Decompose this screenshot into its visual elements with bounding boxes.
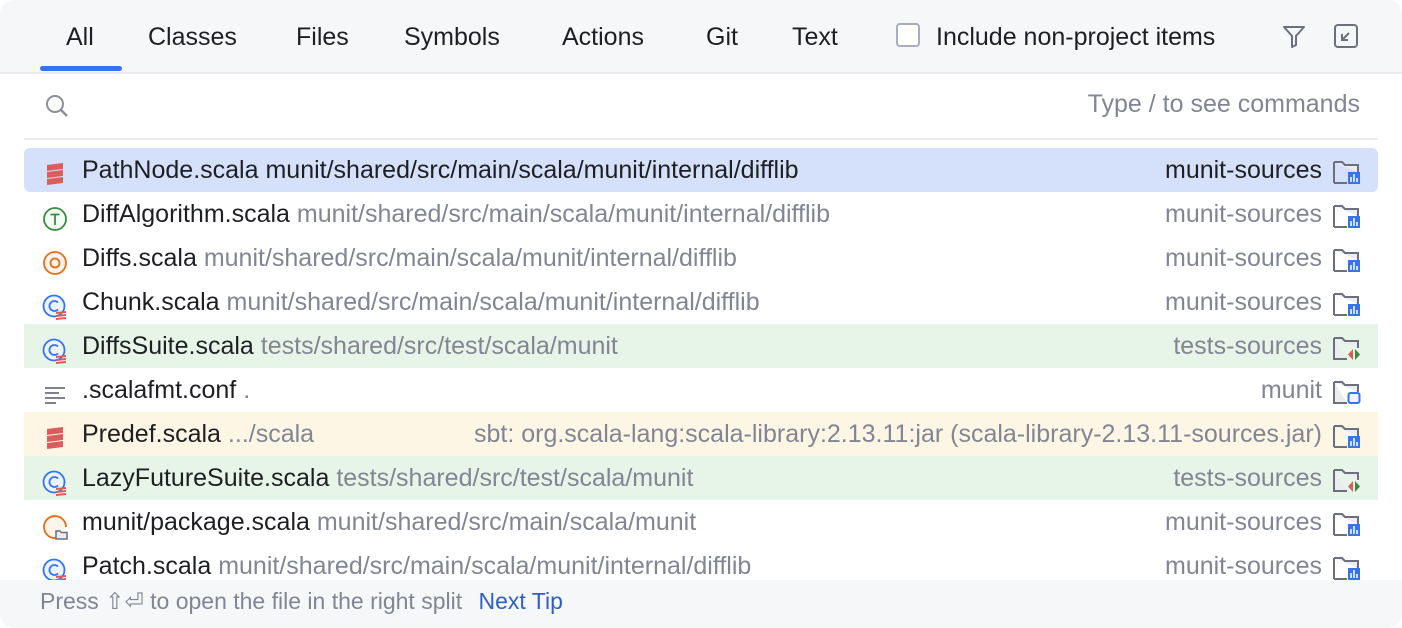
result-path: munit/shared/src/main/scala/munit/intern… <box>296 200 831 228</box>
result-path: tests/shared/src/test/scala/munit <box>336 464 694 492</box>
scala-class-icon <box>42 334 68 364</box>
object-icon <box>42 246 68 275</box>
result-path: . <box>243 376 251 404</box>
result-row[interactable]: DiffAlgorithm.scala munit/shared/src/mai… <box>24 192 1378 236</box>
text-file-icon <box>42 378 68 404</box>
collapse-to-corner-icon[interactable] <box>1333 23 1359 49</box>
test-folder-icon <box>1332 464 1362 492</box>
trait-icon <box>42 202 68 231</box>
test-folder-icon <box>1332 332 1362 360</box>
result-row[interactable]: Diffs.scala munit/shared/src/main/scala/… <box>24 236 1378 280</box>
result-file-name: LazyFutureSuite.scala <box>82 464 330 492</box>
package-object-icon <box>42 510 68 540</box>
result-row[interactable]: Predef.scala .../scala sbt: org.scala-lan… <box>24 412 1378 456</box>
tip-shortcut: ⇧⏎ <box>105 588 144 614</box>
tab-git[interactable]: Git <box>706 20 738 54</box>
source-folder-icon <box>1332 288 1362 316</box>
source-folder-icon <box>1332 200 1362 228</box>
source-folder-icon <box>1332 420 1362 448</box>
result-file-name: Chunk.scala <box>82 288 220 316</box>
result-file-name: DiffAlgorithm.scala <box>82 200 290 228</box>
tab-bar: All Classes Files Symbols Actions Git Te… <box>0 0 1402 74</box>
active-tab-indicator <box>40 66 122 71</box>
scala-class-icon <box>42 290 68 320</box>
result-path: .../scala <box>227 420 315 448</box>
include-non-project-checkbox[interactable] <box>896 23 920 47</box>
result-file-name: PathNode.scala <box>82 156 259 184</box>
tab-classes[interactable]: Classes <box>148 20 237 54</box>
tab-actions[interactable]: Actions <box>562 20 644 54</box>
source-folder-icon <box>1332 508 1362 536</box>
result-row[interactable]: DiffsSuite.scala tests/shared/src/test/s… <box>24 324 1378 368</box>
search-input[interactable] <box>84 84 988 130</box>
result-path: munit/shared/src/main/scala/munit/intern… <box>226 288 760 316</box>
result-module: munit-sources <box>1165 288 1322 316</box>
search-field: Type / to see commands <box>24 74 1378 140</box>
scala-file-icon <box>42 158 68 185</box>
result-library-info: sbt: org.scala-lang:scala-library:2.13.1… <box>473 420 1322 448</box>
source-folder-icon <box>1332 156 1362 184</box>
result-file-name: .scalafmt.conf <box>82 376 237 404</box>
result-path: munit/shared/src/main/scala/munit/intern… <box>218 552 752 580</box>
result-file-name: Patch.scala <box>82 552 212 580</box>
result-file-name: Diffs.scala <box>82 244 197 272</box>
module-folder-icon <box>1332 376 1362 404</box>
tab-all[interactable]: All <box>66 20 94 54</box>
source-folder-icon <box>1332 244 1362 272</box>
search-icon <box>46 95 68 117</box>
next-tip-link[interactable]: Next Tip <box>479 588 563 614</box>
result-module: tests-sources <box>1173 464 1322 492</box>
result-row[interactable]: munit/package.scala munit/shared/src/mai… <box>24 500 1378 544</box>
source-folder-icon <box>1332 552 1362 580</box>
tab-symbols[interactable]: Symbols <box>404 20 500 54</box>
result-row[interactable]: LazyFutureSuite.scala tests/shared/src/t… <box>24 456 1378 500</box>
result-path: tests/shared/src/test/scala/munit <box>260 332 618 360</box>
result-file-name: Predef.scala <box>82 420 221 448</box>
result-path: munit/shared/src/main/scala/munit/intern… <box>203 244 737 272</box>
tab-files[interactable]: Files <box>296 20 349 54</box>
tip-text: to open the file in the right split <box>150 588 463 614</box>
result-path: munit/shared/src/main/scala/munit/intern… <box>265 156 799 184</box>
result-module: munit-sources <box>1165 156 1322 184</box>
tab-text[interactable]: Text <box>792 20 838 54</box>
result-file-name: munit/package.scala <box>82 508 310 536</box>
results-list: PathNode.scala munit/shared/src/main/sca… <box>24 148 1378 580</box>
filter-icon[interactable] <box>1281 23 1307 49</box>
tip-prefix: Press <box>40 588 99 614</box>
scala-class-icon <box>42 466 68 496</box>
result-module: munit-sources <box>1165 244 1322 272</box>
result-path: munit/shared/src/main/scala/munit <box>316 508 697 536</box>
scala-class-icon <box>42 554 68 580</box>
result-module: munit <box>1260 376 1322 404</box>
scala-file-icon <box>42 422 68 449</box>
result-module: munit-sources <box>1165 508 1322 536</box>
result-module: munit-sources <box>1165 200 1322 228</box>
search-hint: Type / to see commands <box>1087 90 1360 118</box>
result-module: munit-sources <box>1165 552 1322 580</box>
result-row[interactable]: PathNode.scala munit/shared/src/main/sca… <box>24 148 1378 192</box>
result-row[interactable]: Chunk.scala munit/shared/src/main/scala/… <box>24 280 1378 324</box>
include-non-project-label[interactable]: Include non-project items <box>936 20 1215 54</box>
search-everywhere-popup: All Classes Files Symbols Actions Git Te… <box>0 0 1402 628</box>
result-row[interactable]: .scalafmt.conf . munit <box>24 368 1378 412</box>
result-file-name: DiffsSuite.scala <box>82 332 254 360</box>
result-row[interactable]: Patch.scala munit/shared/src/main/scala/… <box>24 544 1378 580</box>
result-module: tests-sources <box>1173 332 1322 360</box>
footer-tip: Press ⇧⏎ to open the file in the right s… <box>0 580 1402 628</box>
